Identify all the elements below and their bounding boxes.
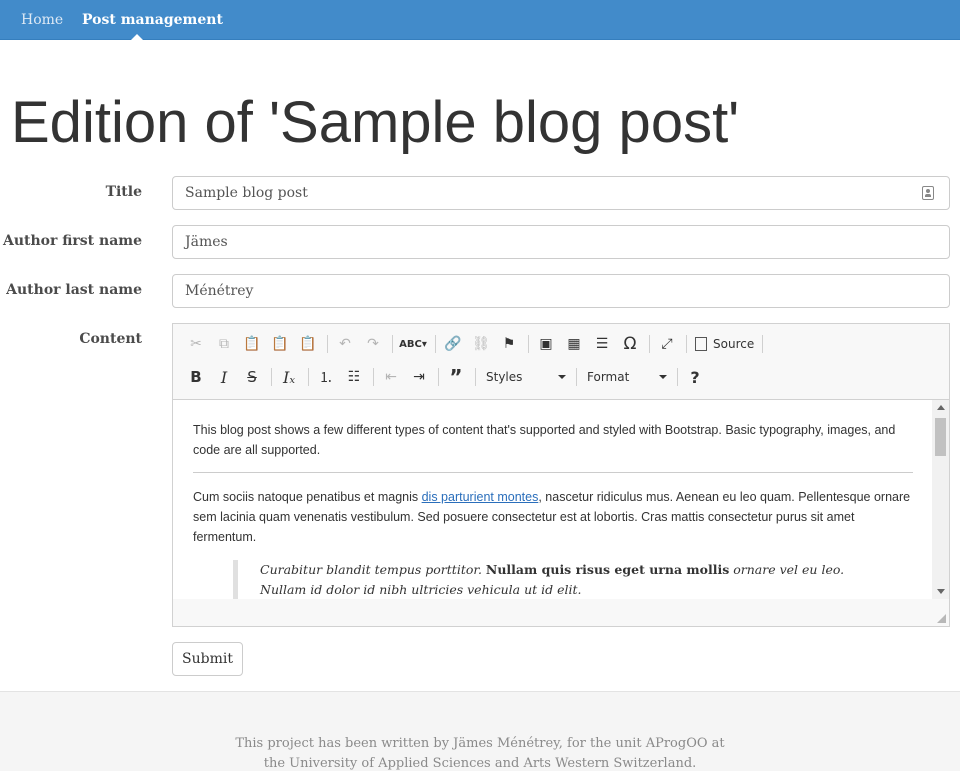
content-blockquote: Curabitur blandit tempus porttitor. Null… [233, 560, 893, 599]
toolbar-separator [528, 335, 529, 353]
content-label: Content [79, 331, 142, 347]
editor-content-area[interactable]: This blog post shows a few different typ… [173, 399, 933, 599]
scroll-up-arrow-icon[interactable] [937, 405, 945, 410]
content-divider [193, 472, 913, 473]
page-title: Edition of 'Sample blog post' [11, 90, 740, 155]
italic-icon[interactable]: I [211, 365, 237, 389]
toolbar-separator [649, 335, 650, 353]
footer-line-2: the University of Applied Sciences and A… [263, 756, 697, 771]
title-input[interactable]: Sample blog post [172, 176, 950, 210]
author-first-name-value: Jämes [185, 234, 228, 250]
copy-icon[interactable]: ⧉ [211, 332, 237, 356]
toolbar-separator [677, 368, 678, 386]
indent-icon[interactable]: ⇥ [406, 365, 432, 389]
footer-text: This project has been written by Jämes M… [0, 734, 960, 771]
footer-line-1: This project has been written by Jämes M… [235, 736, 725, 751]
nav-post-management-link[interactable]: Post management [82, 0, 223, 40]
toolbar-separator [271, 368, 272, 386]
rich-text-editor: ✂ ⧉ 📋 📋 📋 ↶ ↷ ABC▾ 🔗 ⛓ ⚑ ▣ ▦ ☰ Ω ⤢ Sourc… [172, 323, 950, 627]
format-dropdown[interactable]: Format [581, 365, 673, 389]
format-dropdown-label: Format [587, 370, 630, 384]
table-icon[interactable]: ▦ [561, 332, 587, 356]
unlink-icon[interactable]: ⛓ [468, 332, 494, 356]
toolbar-separator [435, 335, 436, 353]
horizontal-line-icon[interactable]: ☰ [589, 332, 615, 356]
blockquote-icon[interactable]: ” [443, 365, 469, 389]
remove-format-icon[interactable]: Iₓ [276, 365, 302, 389]
toolbar-separator [392, 335, 393, 353]
source-icon [695, 337, 707, 351]
numbered-list-icon[interactable]: ⒈ [313, 365, 339, 389]
resize-grip-icon[interactable] [937, 614, 946, 623]
nav-home-link[interactable]: Home [21, 0, 63, 40]
bulleted-list-icon[interactable]: ☷ [341, 365, 367, 389]
toolbar-separator [576, 368, 577, 386]
link-icon[interactable]: 🔗 [440, 332, 466, 356]
special-char-icon[interactable]: Ω [617, 332, 643, 356]
scrollbar-thumb[interactable] [935, 418, 946, 456]
top-navbar: Home Post management [0, 0, 960, 40]
editor-scrollbar[interactable] [932, 399, 949, 599]
active-nav-caret-icon [131, 34, 143, 40]
content-paragraph-2-start: Cum sociis natoque penatibus et magnis [193, 490, 422, 504]
toolbar-separator [308, 368, 309, 386]
page-footer: This project has been written by Jämes M… [0, 691, 960, 771]
outdent-icon[interactable]: ⇤ [378, 365, 404, 389]
paste-text-icon[interactable]: 📋 [267, 332, 293, 356]
toolbar-separator [327, 335, 328, 353]
maximize-icon[interactable]: ⤢ [654, 332, 680, 356]
chevron-down-icon [558, 375, 566, 379]
content-link[interactable]: dis parturient montes [422, 490, 539, 504]
toolbar-separator [686, 335, 687, 353]
source-button[interactable]: Source [691, 332, 758, 356]
undo-icon[interactable]: ↶ [332, 332, 358, 356]
help-icon[interactable]: ? [682, 365, 708, 389]
title-input-value: Sample blog post [185, 185, 308, 201]
cut-icon[interactable]: ✂ [183, 332, 209, 356]
chevron-down-icon [659, 375, 667, 379]
content-paragraph-2: Cum sociis natoque penatibus et magnis d… [193, 487, 913, 547]
toolbar-separator [475, 368, 476, 386]
contact-card-icon[interactable] [922, 186, 934, 200]
scroll-down-arrow-icon[interactable] [937, 589, 945, 594]
paste-word-icon[interactable]: 📋 [295, 332, 321, 356]
source-button-label: Source [713, 337, 755, 351]
quote-text-start: Curabitur blandit tempus porttitor. [260, 562, 486, 577]
image-icon[interactable]: ▣ [533, 332, 559, 356]
editor-toolbar-row-2: B I S Iₓ ⒈ ☷ ⇤ ⇥ ” Styles Format ? [183, 362, 710, 392]
quote-text-bold: Nullam quis risus eget urna mollis [485, 562, 730, 577]
paste-icon[interactable]: 📋 [239, 332, 265, 356]
bold-icon[interactable]: B [183, 365, 209, 389]
author-first-name-input[interactable]: Jämes [172, 225, 950, 259]
strike-icon[interactable]: S [239, 365, 265, 389]
author-last-name-label: Author last name [6, 282, 142, 298]
styles-dropdown[interactable]: Styles [480, 365, 572, 389]
author-last-name-input[interactable]: Ménétrey [172, 274, 950, 308]
toolbar-separator [438, 368, 439, 386]
editor-toolbar-row-1: ✂ ⧉ 📋 📋 📋 ↶ ↷ ABC▾ 🔗 ⛓ ⚑ ▣ ▦ ☰ Ω ⤢ Sourc… [183, 329, 767, 359]
submit-button[interactable]: Submit [172, 642, 243, 676]
title-label: Title [105, 184, 142, 200]
content-paragraph-1: This blog post shows a few different typ… [193, 423, 896, 457]
author-last-name-value: Ménétrey [185, 283, 254, 299]
styles-dropdown-label: Styles [486, 370, 523, 384]
author-first-name-label: Author first name [2, 233, 142, 249]
toolbar-separator [762, 335, 764, 353]
redo-icon[interactable]: ↷ [360, 332, 386, 356]
toolbar-separator [373, 368, 374, 386]
anchor-icon[interactable]: ⚑ [496, 332, 522, 356]
spellcheck-icon[interactable]: ABC▾ [397, 332, 429, 356]
